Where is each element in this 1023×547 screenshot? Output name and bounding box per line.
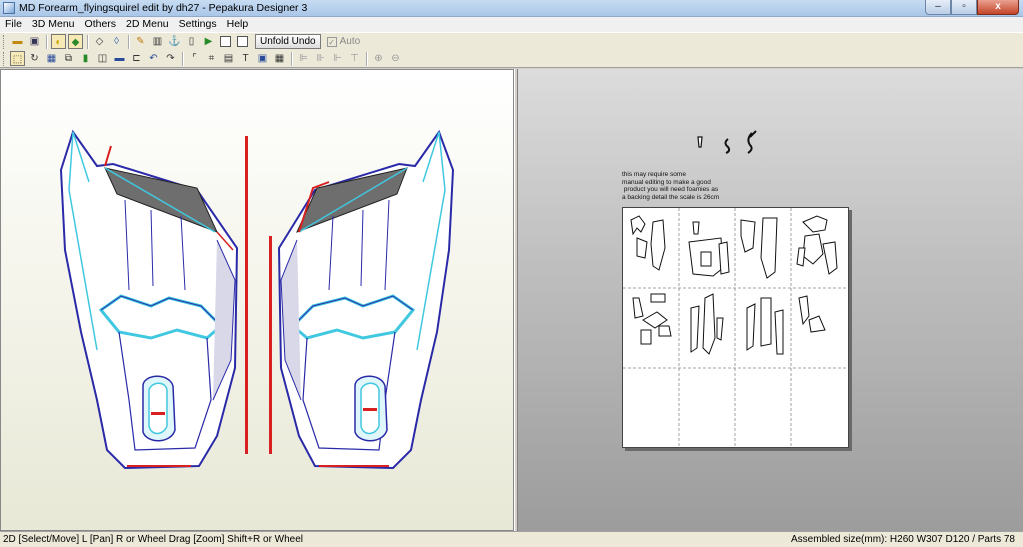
- zoom-out-icon[interactable]: ⊖: [388, 51, 403, 66]
- menu-file[interactable]: File: [0, 17, 27, 32]
- anchor-icon[interactable]: ⚓: [167, 34, 182, 49]
- 2d-view-pane[interactable]: this may require some manual editing to …: [518, 69, 1023, 531]
- image-icon[interactable]: ▣: [255, 51, 270, 66]
- status-bar: 2D [Select/Move] L [Pan] R or Wheel Drag…: [0, 531, 1023, 547]
- menu-3d[interactable]: 3D Menu: [27, 17, 80, 32]
- align-right-icon[interactable]: ⊩: [330, 51, 345, 66]
- align-left-icon[interactable]: ⊫: [296, 51, 311, 66]
- auto-label: Auto: [339, 36, 361, 47]
- grid-icon[interactable]: ⌗: [204, 51, 219, 66]
- auto-checkbox[interactable]: ✓ Auto: [326, 36, 361, 47]
- menu-others[interactable]: Others: [80, 17, 122, 32]
- select-tool-icon[interactable]: ⬚: [10, 51, 25, 66]
- menu-settings[interactable]: Settings: [174, 17, 222, 32]
- right-armor-model: [277, 129, 455, 470]
- checkbox-check-icon: ✓: [326, 36, 337, 47]
- redo-arrow-icon[interactable]: ↷: [163, 51, 178, 66]
- unfold-icon[interactable]: ◇: [92, 34, 107, 49]
- toolbar-separator: [87, 34, 88, 49]
- 3d-view-pane[interactable]: [0, 69, 514, 531]
- menu-bar: File 3D Menu Others 2D Menu Settings Hel…: [0, 17, 1023, 32]
- trash-icon[interactable]: ▯: [184, 34, 199, 49]
- cut-line-left: [245, 136, 248, 454]
- page-icon[interactable]: ▤: [221, 51, 236, 66]
- maximize-button[interactable]: ▫: [951, 0, 977, 15]
- rotate-tool-icon[interactable]: ↻: [27, 51, 42, 66]
- forearm-3d-model: [59, 129, 455, 470]
- app-window: MD Forearm_flyingsquirel edit by dh27 - …: [0, 0, 1023, 547]
- toolbar-separator: [128, 34, 129, 49]
- window-title: MD Forearm_flyingsquirel edit by dh27 - …: [19, 2, 308, 14]
- toolbar-separator: [182, 51, 183, 66]
- menu-help[interactable]: Help: [222, 17, 254, 32]
- left-armor-model: [59, 129, 239, 470]
- minimize-button[interactable]: –: [925, 0, 951, 15]
- note-line: product you will need foamies as: [622, 186, 719, 193]
- fold-line-icon[interactable]: ▬: [112, 51, 127, 66]
- cut-line-right: [269, 236, 272, 454]
- toolbar-grip[interactable]: [3, 51, 6, 66]
- save-icon[interactable]: ▣: [27, 34, 42, 49]
- menu-2d[interactable]: 2D Menu: [121, 17, 174, 32]
- unfold-undo-button[interactable]: Unfold Undo: [255, 34, 321, 49]
- flip-tool-icon[interactable]: ▮: [78, 51, 93, 66]
- undo-arrow-icon[interactable]: ↶: [146, 51, 161, 66]
- flap-icon[interactable]: ◊: [109, 34, 124, 49]
- close-button[interactable]: x: [977, 0, 1019, 15]
- sheet-note[interactable]: this may require some manual editing to …: [622, 171, 752, 201]
- toolbar-grip[interactable]: [3, 34, 6, 49]
- join-tool-icon[interactable]: ⧉: [61, 51, 76, 66]
- text-icon[interactable]: T: [238, 51, 253, 66]
- note-line: manual editing to make a good: [622, 178, 711, 186]
- toolbar-separator: [291, 51, 292, 66]
- pencil-icon[interactable]: ✎: [133, 34, 148, 49]
- edit-toolbar: ⬚ ↻ ▦ ⧉ ▮ ◫ ▬ ⊏ ↶ ↷ ⌜ ⌗ ▤ T ▣ ▦ ⊫ ⊪ ⊩ ⊤ …: [0, 50, 1023, 68]
- lightbulb-icon[interactable]: ◐: [51, 34, 66, 49]
- window-controls: – ▫ x: [925, 0, 1019, 16]
- app-icon: [3, 2, 15, 14]
- status-assembled-size: Assembled size(mm): H260 W307 D120 / Par…: [791, 534, 1015, 545]
- move-tool-icon[interactable]: ▦: [44, 51, 59, 66]
- main-toolbar: ▬ ▣ ◐ ◆ ◇ ◊ ✎ ▥ ⚓ ▯ ▶ Unfold Undo ✓ Auto: [0, 32, 1023, 50]
- open-folder-icon[interactable]: ▬: [10, 34, 25, 49]
- toolbar-separator: [366, 51, 367, 66]
- view-split-icon[interactable]: [237, 36, 248, 47]
- layout-icon[interactable]: ▦: [272, 51, 287, 66]
- status-mode-hint: 2D [Select/Move] L [Pan] R or Wheel Drag…: [3, 534, 304, 545]
- note-line: this may require some: [622, 171, 686, 178]
- glue-icon[interactable]: ▥: [150, 34, 165, 49]
- unfolded-parts: [623, 208, 848, 447]
- note-line: a backing detail the scale is 26cm: [622, 193, 720, 201]
- align-top-icon[interactable]: ⊤: [347, 51, 362, 66]
- mirror-tool-icon[interactable]: ◫: [95, 51, 110, 66]
- edit-flap-icon[interactable]: ⊏: [129, 51, 144, 66]
- toolbar-separator: [46, 34, 47, 49]
- export-icon[interactable]: ▶: [201, 34, 216, 49]
- title-bar[interactable]: MD Forearm_flyingsquirel edit by dh27 - …: [0, 0, 1023, 17]
- align-center-icon[interactable]: ⊪: [313, 51, 328, 66]
- frame-icon[interactable]: ⌜: [187, 51, 202, 66]
- zoom-in-icon[interactable]: ⊕: [371, 51, 386, 66]
- paper-sheet-layout[interactable]: [622, 207, 849, 448]
- texture-icon[interactable]: ◆: [68, 34, 83, 49]
- view-single-icon[interactable]: [220, 36, 231, 47]
